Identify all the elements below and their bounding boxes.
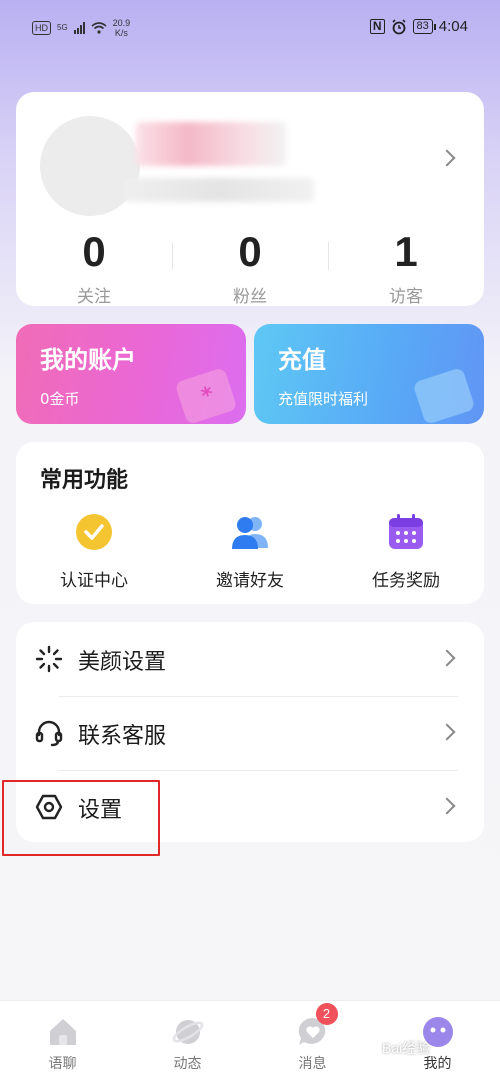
chevron-right-icon — [438, 797, 456, 815]
tab-voice-chat[interactable]: 语聊 — [0, 1015, 125, 1073]
menu-item-label: 美颜设置 — [78, 650, 167, 675]
stat-followers-label: 粉丝 — [233, 287, 267, 307]
card-icon — [412, 367, 476, 424]
common-functions-title: 常用功能 — [40, 468, 129, 493]
signal-icon — [73, 22, 85, 34]
user-id-blurred — [124, 178, 314, 202]
my-account-card[interactable]: 我的账户 0金币 * — [16, 324, 246, 424]
battery-icon: 83 — [412, 19, 437, 34]
tab-messages[interactable]: 2 消息 — [250, 1003, 375, 1073]
verified-check-icon — [74, 512, 114, 552]
function-label: 认证中心 — [60, 571, 128, 591]
tab-label: 动态 — [173, 1056, 202, 1072]
my-account-title: 我的账户 — [40, 346, 136, 374]
net-speed-value: 20.9 — [112, 18, 131, 28]
calendar-task-icon — [386, 512, 426, 552]
invite-friends-icon — [230, 512, 270, 552]
recharge-card[interactable]: 充值 充值限时福利 — [254, 324, 484, 424]
wifi-icon — [91, 22, 107, 34]
watermark: Bai经验 — [382, 1040, 431, 1056]
menu-item-customer-service[interactable]: 联系客服 — [16, 696, 484, 770]
profile-card[interactable]: 0 关注 0 粉丝 1 访客 — [16, 92, 484, 307]
recharge-title: 充值 — [278, 346, 326, 374]
stat-followers[interactable]: 0 粉丝 — [172, 228, 328, 307]
home-icon — [46, 1015, 80, 1049]
unread-badge: 2 — [315, 1003, 338, 1025]
net-speed: 20.9 K/s — [113, 18, 131, 38]
common-functions-card: 常用功能 认证中心 邀请好友 任务奖励 — [16, 442, 484, 604]
username-blurred — [136, 122, 286, 166]
net-speed-unit: K/s — [114, 28, 128, 38]
stat-visitors-label: 访客 — [389, 287, 423, 307]
planet-icon — [171, 1015, 205, 1049]
function-label: 任务奖励 — [372, 571, 440, 591]
clock: 4:04 — [438, 18, 468, 35]
function-verification-center[interactable]: 认证中心 — [16, 512, 172, 591]
nfc-icon: N — [369, 19, 385, 34]
highlight-annotation-box — [2, 780, 160, 856]
headset-icon — [34, 718, 64, 748]
stat-visitors[interactable]: 1 访客 — [328, 228, 484, 307]
tab-moments[interactable]: 动态 — [125, 1015, 250, 1073]
status-bar: HD 5G 20.9 K/s N 83 4:04 — [0, 0, 500, 60]
coin-balance: 0金币 — [40, 390, 80, 408]
message-heart-icon: 2 — [296, 1003, 338, 1049]
wallet-icon: * — [174, 367, 238, 424]
menu-item-beauty-settings[interactable]: 美颜设置 — [16, 622, 484, 696]
stat-following-label: 关注 — [77, 287, 111, 307]
stat-followers-value: 0 — [238, 228, 262, 275]
menu-item-label: 联系客服 — [78, 724, 167, 749]
stat-following[interactable]: 0 关注 — [16, 228, 172, 307]
stat-following-value: 0 — [82, 228, 106, 275]
stat-visitors-value: 1 — [394, 228, 418, 275]
hd-badge: HD — [32, 21, 51, 35]
status-right: N 83 4:04 — [369, 18, 468, 35]
function-task-rewards[interactable]: 任务奖励 — [328, 512, 484, 591]
tab-label: 语聊 — [48, 1056, 77, 1072]
profile-chevron-icon[interactable] — [438, 149, 456, 167]
tab-label: 消息 — [298, 1056, 327, 1072]
chevron-right-icon — [438, 723, 456, 741]
recharge-subtitle: 充值限时福利 — [278, 390, 369, 408]
network-type: 5G — [57, 23, 68, 32]
status-left: HD 5G 20.9 K/s — [32, 18, 130, 38]
sparkle-icon — [34, 644, 64, 674]
chevron-right-icon — [438, 649, 456, 667]
function-invite-friends[interactable]: 邀请好友 — [172, 512, 328, 591]
function-label: 邀请好友 — [216, 571, 284, 591]
alarm-icon — [391, 18, 406, 34]
